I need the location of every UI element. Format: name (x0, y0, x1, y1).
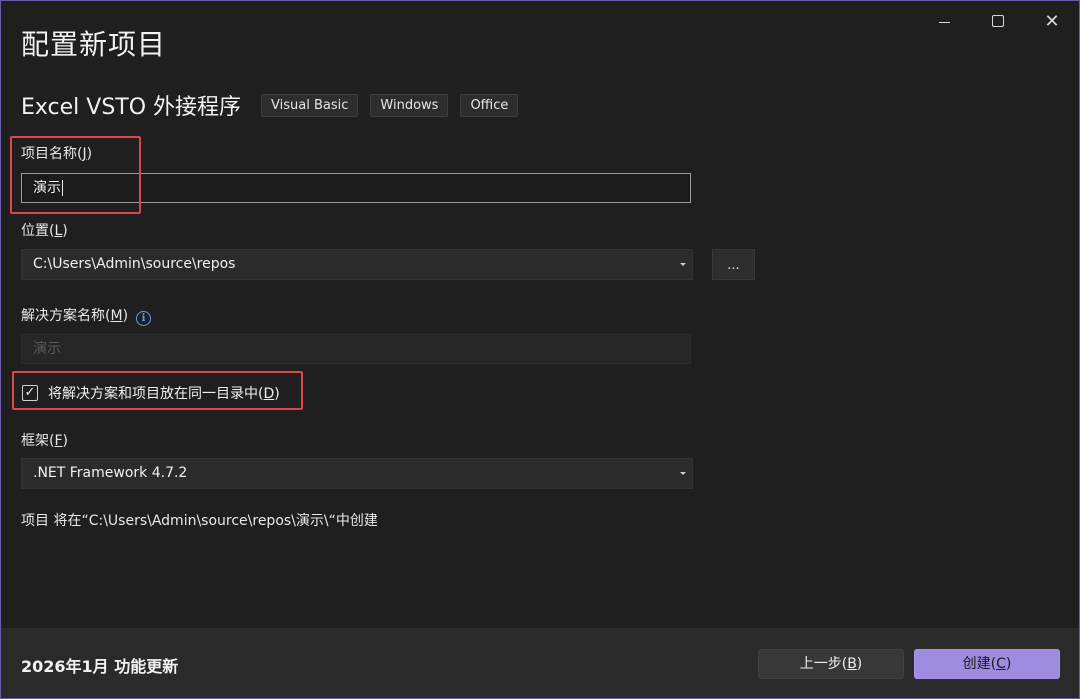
solution-name-value: 演示 (33, 341, 61, 357)
location-value: C:\Users\Admin\source\repos (33, 256, 236, 272)
maximize-icon (992, 15, 1004, 27)
project-name-value: 演示 (33, 180, 61, 196)
project-type-name: Excel VSTO 外接程序 (21, 95, 242, 120)
same-directory-checkbox[interactable]: ✓ (22, 385, 38, 401)
browse-button[interactable]: ... (712, 249, 755, 280)
back-button[interactable]: 上一步(B) (758, 649, 904, 679)
same-directory-label[interactable]: 将解决方案和项目放在同一目录中(D) (48, 383, 280, 403)
dialog-title: 配置新项目 (21, 28, 167, 61)
location-label: 位置(L) (21, 223, 68, 239)
info-icon[interactable]: i (136, 311, 152, 326)
checkmark-icon: ✓ (24, 385, 36, 400)
project-type-header: Excel VSTO 外接程序 Visual Basic Windows Off… (21, 89, 530, 121)
framework-combobox[interactable]: .NET Framework 4.7.2 (21, 458, 693, 489)
dropdown-arrow-icon[interactable] (680, 263, 686, 266)
create-button[interactable]: 创建(C) (914, 649, 1060, 679)
window-controls: ✕ (917, 1, 1079, 41)
tag-project-type: Office (460, 93, 519, 117)
minimize-button[interactable] (917, 1, 971, 41)
create-path-note: 项目 将在“C:\Users\Admin\source\repos\演示\“中创… (21, 513, 378, 529)
close-button[interactable]: ✕ (1025, 1, 1079, 41)
minimize-icon (938, 21, 950, 23)
project-name-label: 项目名称(J) (21, 146, 93, 162)
update-notice: 2026年1月 功能更新 (21, 657, 179, 676)
project-name-input[interactable]: 演示 (21, 173, 691, 203)
solution-name-input: 演示 (21, 334, 691, 364)
maximize-button[interactable] (971, 1, 1025, 41)
close-icon: ✕ (1044, 10, 1060, 32)
location-combobox[interactable]: C:\Users\Admin\source\repos (21, 249, 693, 280)
dialog-footer: 2026年1月 功能更新 上一步(B) 创建(C) (1, 628, 1079, 698)
dropdown-arrow-icon[interactable] (680, 472, 686, 475)
framework-label: 框架(F) (21, 433, 68, 449)
tag-language: Visual Basic (261, 93, 359, 117)
solution-name-label: 解决方案名称(M) i (21, 305, 152, 326)
same-directory-option[interactable]: ✓ 将解决方案和项目放在同一目录中(D) (22, 383, 280, 403)
framework-value: .NET Framework 4.7.2 (33, 465, 188, 481)
configure-project-dialog: 配置新项目 ✕ Excel VSTO 外接程序 Visual Basic Win… (0, 0, 1080, 699)
text-caret (62, 180, 63, 196)
tag-platform: Windows (370, 93, 449, 117)
